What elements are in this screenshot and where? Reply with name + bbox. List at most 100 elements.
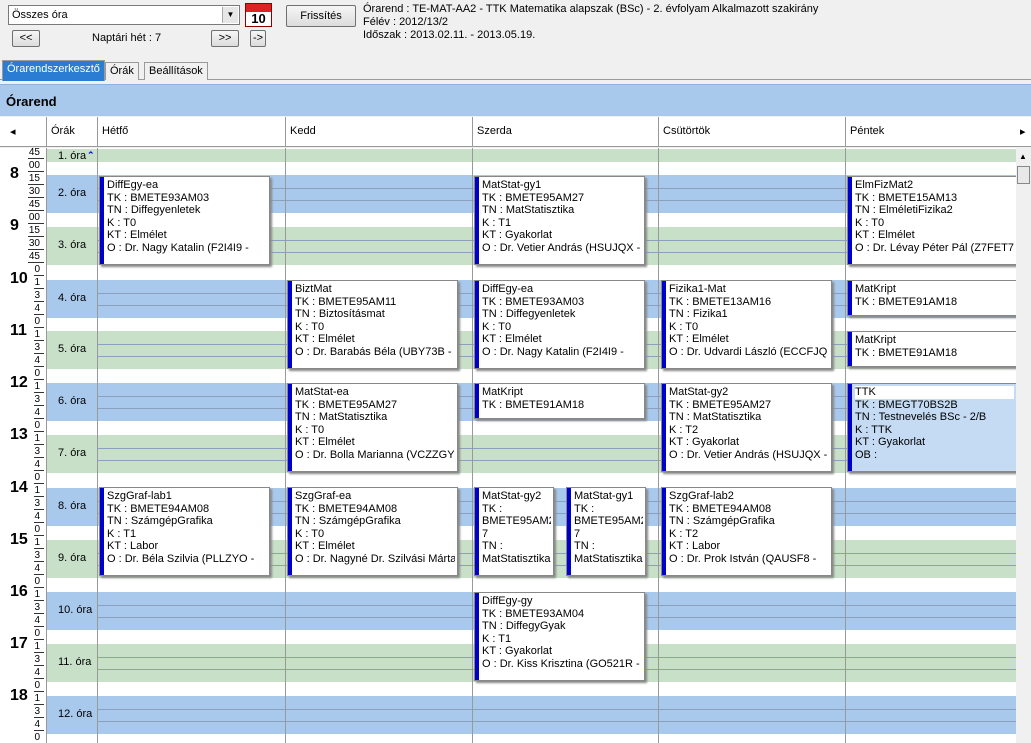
lesson-line: TN : MatStatisztika (295, 411, 388, 424)
tick-line (34, 639, 44, 640)
lesson-card[interactable]: MatStat-gy2 TK : BMETE95AM2 7 TN : MatStatisz… (474, 487, 554, 576)
lesson-card[interactable]: TTK TK : BMEGT70BS2B TN : Testnevelés BSc … (847, 383, 1016, 472)
goto-week-button[interactable]: -> (250, 30, 266, 47)
lesson-line: TK : BMETE95AM27 (482, 191, 585, 204)
week-label: Naptári hét : 7 (92, 32, 162, 44)
tick-line (34, 496, 44, 497)
next-week-button[interactable]: >> (211, 30, 239, 47)
lesson-line: O : Dr. Vetier András (HSUJQX - (669, 448, 828, 461)
lesson-card[interactable]: MatKript TK : BMETE91AM18 (847, 280, 1016, 316)
lesson-card[interactable]: DiffEgy-ea TK : BMETE93AM03 TN : Diffegyen… (474, 280, 645, 369)
time-tick: 45 (28, 148, 40, 158)
lesson-card[interactable]: ElmFizMat2 TK : BMETE15AM13 TN : ElméletiF… (847, 176, 1016, 265)
time-tick: 0 (34, 316, 40, 327)
lesson-color-bar (475, 177, 479, 264)
lesson-card[interactable]: DiffEgy-gy TK : BMETE93AM04 TN : DiffegyGy… (474, 592, 645, 681)
tick-line (34, 444, 44, 445)
prev-week-button[interactable]: << (12, 30, 40, 47)
lesson-line: OB : (855, 448, 878, 461)
lesson-line: TN : MatStatisztika (669, 411, 762, 424)
lesson-line: K : T2 (669, 527, 699, 540)
lesson-line: TN : MatStatisztika (482, 204, 575, 217)
lesson-line: MatStatisztika (574, 552, 643, 565)
lesson-line: KT : Labor (107, 540, 159, 553)
lesson-card[interactable]: MatKript TK : BMETE91AM18 (474, 383, 645, 419)
lesson-color-bar (662, 384, 666, 471)
tab-lessons[interactable]: Órák (105, 62, 139, 80)
lesson-card[interactable]: SzgGraf-lab1 TK : BMETE94AM08 TN : Számgép… (99, 487, 270, 576)
lesson-line: TN : Diffegyenletek (482, 308, 576, 321)
lesson-color-bar (848, 177, 852, 264)
time-tick: 3 (34, 498, 40, 509)
tick-line (34, 730, 44, 731)
lesson-line: O : Dr. Lévay Péter Pál (Z7FET7 - (855, 241, 1014, 254)
lesson-line: TK : BMEGT70BS2B (855, 398, 958, 411)
lesson-text: MatStat-gy2 TK : BMETE95AM27 TN : MatStati… (669, 386, 829, 462)
time-tick: 1 (34, 485, 40, 496)
tick-line (34, 561, 44, 562)
tick-line (34, 665, 44, 666)
lesson-text: BiztMat TK : BMETE95AM11 TN : Biztosításma… (295, 283, 455, 359)
filter-value: Összes óra (12, 9, 68, 21)
lesson-line: BiztMat (295, 283, 332, 295)
calendar-button[interactable]: 10 (245, 3, 272, 27)
lesson-card[interactable]: MatStat-gy1 TK : BMETE95AM2 7 TN : MatStatisz… (566, 487, 646, 576)
lesson-color-bar (288, 384, 292, 471)
lesson-line: TK : (574, 502, 595, 515)
lesson-text: MatStat-gy2 TK : BMETE95AM2 7 TN : MatStatisz… (482, 490, 551, 566)
tick-line (34, 431, 44, 432)
lesson-card[interactable]: BiztMat TK : BMETE95AM11 TN : Biztosításma… (287, 280, 458, 369)
lesson-card[interactable]: SzgGraf-lab2 TK : BMETE94AM08 TN : Számgép… (661, 487, 832, 576)
lesson-card[interactable]: MatKript TK : BMETE91AM18 (847, 331, 1016, 367)
lesson-line: TK : BMETE93AM03 (107, 191, 210, 204)
lesson-card[interactable]: MatStat-ea TK : BMETE95AM27 TN : MatStatis… (287, 383, 458, 472)
lesson-card[interactable]: Fizika1-Mat TK : BMETE13AM16 TN : Fizika1 K… (661, 280, 832, 369)
filter-combobox[interactable]: Összes óra ▼ (8, 5, 240, 25)
lesson-color-bar (475, 384, 479, 418)
lesson-card[interactable]: SzgGraf-ea TK : BMETE94AM08 TN : SzámgépGr… (287, 487, 458, 576)
tab-settings[interactable]: Beállítások (144, 62, 208, 80)
lesson-card[interactable]: MatStat-gy2 TK : BMETE95AM27 TN : MatStati… (661, 383, 832, 472)
lesson-line: BMETE95AM2 (482, 515, 551, 528)
time-tick: 4 (34, 719, 40, 730)
grid-line (97, 709, 1016, 710)
lesson-card[interactable]: MatStat-gy1 TK : BMETE95AM27 TN : MatStati… (474, 176, 645, 265)
lesson-line: SzgGraf-lab1 (107, 490, 172, 502)
scroll-left-button[interactable]: ◂ (10, 125, 16, 138)
time-tick: 1 (34, 433, 40, 444)
column-divider (97, 148, 98, 743)
lesson-line: KT : Gyakorlat (855, 436, 926, 449)
time-tick: 1 (34, 329, 40, 340)
time-axis: 45 00 15 30 45 00 15 30 45 0 1 3 4 0 1 3 4 0 1 3 4 0 1 3 4 0 1 3 4 0 1… (0, 148, 44, 743)
panel-title: Órarend (6, 94, 57, 109)
lesson-line: TK : BMETE95AM27 (669, 398, 772, 411)
refresh-button[interactable]: Frissítés (286, 5, 356, 27)
lesson-line: MatStat-ea (295, 386, 349, 398)
time-tick: 3 (34, 446, 40, 457)
lesson-line: K : T0 (107, 216, 137, 229)
column-divider (845, 148, 846, 743)
time-tick: 0 (34, 368, 40, 379)
double-chevron-up-icon[interactable]: ⌃ (87, 150, 95, 161)
slot-label: 1. óra (58, 150, 87, 162)
lesson-line: TK : BMETE91AM18 (855, 295, 958, 308)
vertical-scrollbar[interactable]: ▲ (1016, 148, 1031, 743)
scrollbar-thumb[interactable] (1017, 166, 1030, 184)
grid-line (97, 721, 1016, 722)
lesson-line: MatKript (482, 386, 523, 398)
time-tick: 1 (34, 693, 40, 704)
tab-timetable-editor[interactable]: Órarendszerkesztő (2, 60, 105, 81)
tick-line (28, 184, 44, 185)
lesson-line: KT : Gyakorlat (482, 229, 553, 242)
hour-label: 10 (10, 270, 28, 287)
time-tick: 1 (34, 537, 40, 548)
scroll-right-button[interactable]: ▸ (1020, 125, 1026, 138)
slot-row (46, 149, 1016, 162)
lesson-color-bar (848, 332, 852, 366)
lesson-line: TK : BMETE13AM16 (669, 295, 772, 308)
lesson-line: MatStat-gy2 (669, 386, 729, 398)
lesson-card[interactable]: DiffEgy-ea TK : BMETE93AM03 TN : Diffegyen… (99, 176, 270, 265)
triangle-up-icon[interactable]: ▲ (1019, 152, 1027, 161)
time-tick: 1 (34, 277, 40, 288)
chevron-down-icon[interactable]: ▼ (222, 7, 238, 23)
